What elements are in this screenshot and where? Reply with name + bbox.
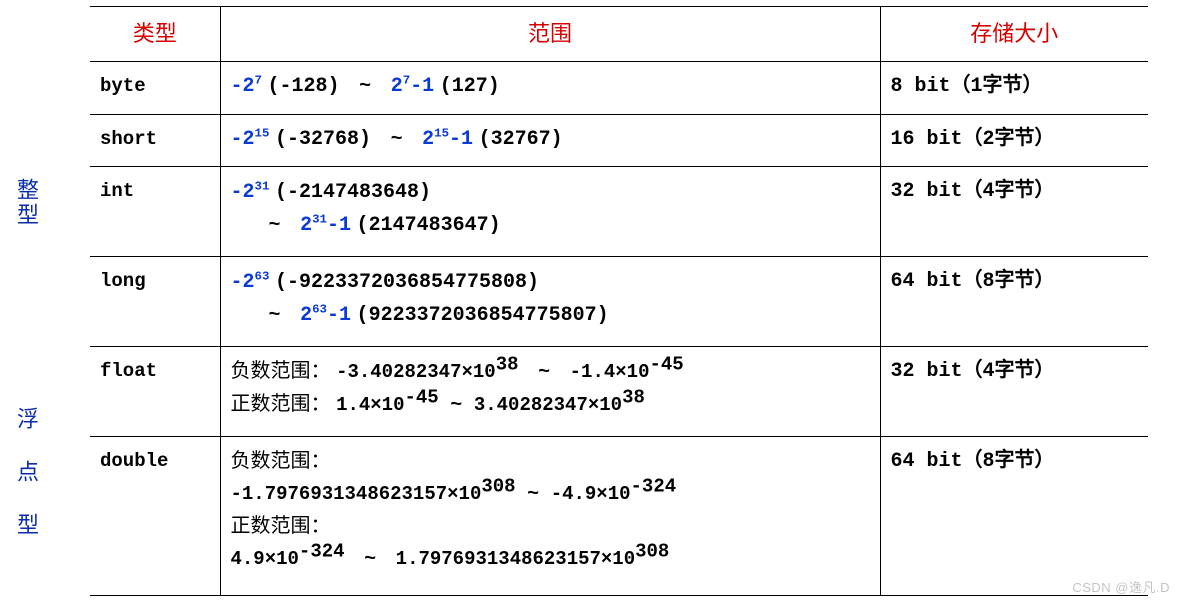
group-label-float: 浮 点 型 bbox=[6, 407, 46, 538]
table-row: double 负数范围： -1.7976931348623157×10308 ~… bbox=[90, 437, 1148, 596]
table-row: float 负数范围： -3.40282347×1038 ~ -1.4×10-4… bbox=[90, 347, 1148, 437]
neg-range-label: 负数范围： bbox=[231, 450, 331, 472]
type-name: short bbox=[100, 128, 157, 150]
pos-range-label: 正数范围： bbox=[231, 515, 331, 537]
table-header-row: 类型 范围 存储大小 bbox=[90, 7, 1148, 62]
group-label-integer: 整型 bbox=[6, 178, 46, 228]
type-name: byte bbox=[100, 75, 146, 97]
storage-cell: 16 bit（2字节） bbox=[891, 128, 1055, 151]
range-min-power: -2 bbox=[231, 75, 255, 98]
type-name: double bbox=[100, 450, 168, 472]
header-range: 范围 bbox=[220, 7, 880, 62]
pos-range-label: 正数范围： bbox=[231, 393, 331, 415]
storage-cell: 64 bit（8字节） bbox=[891, 450, 1055, 473]
storage-cell: 32 bit（4字节） bbox=[891, 180, 1055, 203]
type-name: float bbox=[100, 360, 157, 382]
table-row: int -231 (-2147483648) ~ 231-1 (21474836… bbox=[90, 167, 1148, 257]
types-table: 类型 范围 存储大小 byte -27 (-128) ~ 27-1 (127) … bbox=[90, 6, 1148, 596]
table-row: byte -27 (-128) ~ 27-1 (127) 8 bit（1字节） bbox=[90, 62, 1148, 115]
table-row: long -263 (-9223372036854775808) ~ 263-1… bbox=[90, 257, 1148, 347]
watermark: CSDN @逸凡.D bbox=[1072, 577, 1170, 596]
range-max-power: 2 bbox=[391, 75, 403, 98]
storage-cell: 32 bit（4字节） bbox=[891, 360, 1055, 383]
header-type: 类型 bbox=[90, 7, 220, 62]
header-storage: 存储大小 bbox=[880, 7, 1148, 62]
type-name: int bbox=[100, 180, 134, 202]
storage-cell: 8 bit（1字节） bbox=[891, 75, 1043, 98]
storage-cell: 64 bit（8字节） bbox=[891, 270, 1055, 293]
table-row: short -215 (-32768) ~ 215-1 (32767) 16 b… bbox=[90, 114, 1148, 167]
type-name: long bbox=[100, 270, 146, 292]
neg-range-label: 负数范围： bbox=[231, 360, 331, 382]
